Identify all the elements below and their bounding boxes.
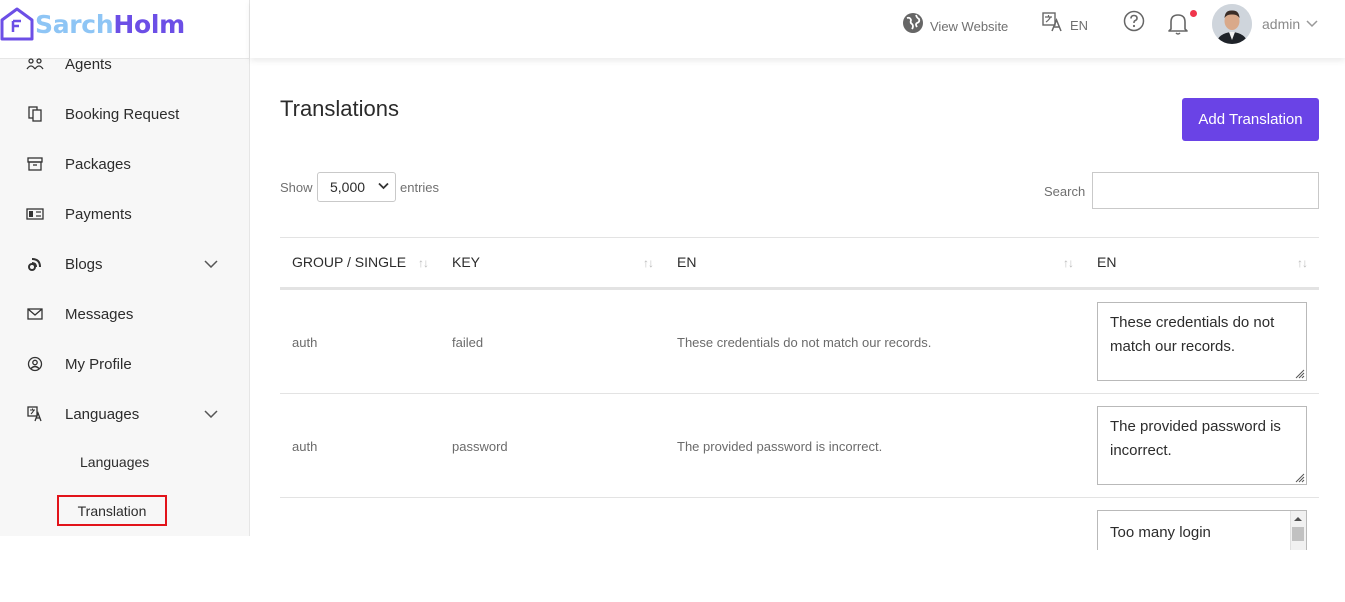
show-label: Show (280, 180, 313, 195)
view-website-link[interactable]: View Website (902, 10, 1008, 34)
add-translation-button[interactable]: Add Translation (1182, 98, 1319, 141)
cell-key: failed (452, 335, 484, 350)
translation-text: These credentials do not match our recor… (1110, 314, 1275, 355)
brand-logo[interactable]: SarchHolm (0, 6, 185, 42)
column-header-key[interactable]: KEY (452, 254, 480, 270)
cell-group: auth (292, 335, 318, 350)
search-label: Search (1044, 184, 1086, 199)
cash-icon (26, 205, 44, 223)
sidebar-item-my-profile[interactable]: My Profile (0, 349, 249, 379)
brand-name-part1: Sarch (35, 9, 114, 39)
sidebar-subitem-label: Translation (77, 502, 147, 519)
sidebar-item-booking-request[interactable]: Booking Request (0, 99, 249, 129)
translation-text: The provided password is incorrect. (1110, 418, 1281, 459)
user-menu[interactable]: admin (1262, 16, 1318, 32)
textarea-scrollbar[interactable] (1290, 511, 1306, 550)
sidebar-subitem-languages[interactable]: Languages (80, 454, 149, 470)
translate-icon (26, 405, 44, 423)
chevron-down-icon[interactable] (203, 256, 219, 272)
sidebar-item-label: Blogs (65, 255, 103, 273)
sidebar: SarchHolm Agents Booking Request Package… (0, 0, 250, 536)
cell-key: password (452, 439, 508, 454)
table-row: auth failed These credentials do not mat… (280, 290, 1319, 394)
help-icon[interactable] (1123, 10, 1145, 37)
translation-textarea[interactable]: The provided password is incorrect. (1097, 406, 1307, 485)
archive-icon (26, 155, 44, 173)
sort-icon[interactable]: ↑↓ (418, 256, 429, 270)
brand-name-part2: Holm (113, 9, 185, 39)
top-header: View Website EN admin (250, 0, 1345, 58)
entries-label: entries (400, 180, 440, 195)
blog-icon (26, 255, 44, 273)
sidebar-subitem-translation[interactable]: Translation (57, 495, 167, 526)
entries-value: 5,000 (330, 179, 366, 195)
notification-bell-icon[interactable] (1167, 11, 1189, 40)
resize-grip-icon[interactable] (1293, 367, 1305, 379)
sort-icon[interactable]: ↑↓ (1063, 256, 1074, 270)
copy-icon (26, 105, 44, 123)
user-name: admin (1262, 16, 1301, 32)
sidebar-item-label: Payments (65, 205, 132, 223)
sidebar-item-agents[interactable]: Agents (0, 49, 249, 79)
agents-icon (26, 55, 44, 73)
house-logo-icon (0, 7, 34, 41)
sidebar-item-languages[interactable]: Languages (0, 399, 249, 429)
cell-group: auth (292, 439, 318, 454)
brand-name: SarchHolm (35, 10, 185, 39)
sidebar-item-label: Agents (65, 55, 112, 73)
sidebar-item-label: Languages (65, 405, 140, 423)
user-circle-icon (26, 355, 44, 373)
scrollbar-thumb[interactable] (1292, 527, 1304, 541)
sidebar-item-packages[interactable]: Packages (0, 149, 249, 179)
cell-en-source: These credentials do not match our recor… (677, 335, 932, 350)
language-switcher[interactable]: EN (1042, 10, 1088, 33)
translation-text: Too many login (1110, 524, 1211, 541)
view-website-label: View Website (930, 18, 1009, 34)
table-row: Too many login (280, 498, 1319, 602)
translation-textarea[interactable]: Too many login (1097, 510, 1307, 550)
sidebar-item-messages[interactable]: Messages (0, 299, 249, 329)
chevron-down-icon[interactable] (203, 406, 219, 422)
entries-per-page-select[interactable]: 5,000 (317, 172, 396, 202)
sidebar-item-payments[interactable]: Payments (0, 199, 249, 229)
scroll-up-icon[interactable] (1291, 513, 1305, 525)
sidebar-item-label: Packages (65, 155, 131, 173)
sort-icon[interactable]: ↑↓ (1297, 256, 1308, 270)
table-row: auth password The provided password is i… (280, 394, 1319, 498)
mail-icon (26, 305, 44, 323)
chevron-down-icon (1306, 20, 1318, 28)
cell-en-source: The provided password is incorrect. (677, 439, 883, 454)
search-input[interactable] (1092, 172, 1319, 209)
sidebar-item-label: Booking Request (65, 105, 180, 123)
page-title: Translations (280, 96, 400, 121)
chevron-down-icon (378, 182, 389, 190)
sidebar-item-label: Messages (65, 305, 134, 323)
globe-icon (903, 13, 923, 33)
column-header-en-translation[interactable]: EN (1097, 254, 1116, 270)
sidebar-item-label: My Profile (65, 355, 132, 373)
translation-textarea[interactable]: These credentials do not match our recor… (1097, 302, 1307, 381)
resize-grip-icon[interactable] (1293, 471, 1305, 483)
column-header-en-source[interactable]: EN (677, 254, 696, 270)
column-header-group[interactable]: GROUP / SINGLE (292, 254, 406, 270)
sidebar-item-blogs[interactable]: Blogs (0, 249, 249, 279)
translate-icon (1042, 11, 1062, 31)
table-header: GROUP / SINGLE ↑↓ KEY ↑↓ EN ↑↓ EN ↑↓ (280, 237, 1319, 290)
language-label: EN (1070, 18, 1089, 33)
sort-icon[interactable]: ↑↓ (643, 256, 654, 270)
notification-badge (1190, 10, 1197, 17)
avatar[interactable] (1212, 4, 1252, 44)
